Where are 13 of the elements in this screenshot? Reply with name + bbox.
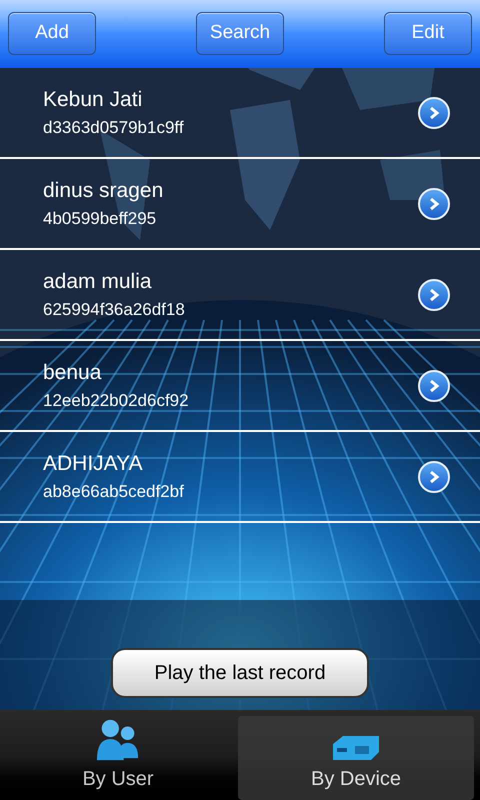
- record-id: 12eeb22b02d6cf92: [43, 390, 190, 410]
- tab[interactable]: By Device: [238, 716, 474, 800]
- record-name: ADHIJAYA: [43, 452, 144, 476]
- record-name: benua: [43, 360, 102, 384]
- record-id: 625994f36a26df18: [43, 300, 186, 320]
- play-last-record-button[interactable]: Play the last record: [111, 648, 369, 698]
- tab[interactable]: By User: [0, 716, 236, 800]
- record-name: adam mulia: [43, 270, 153, 294]
- record-id: ab8e66ab5cedf2bf: [43, 482, 185, 502]
- record-name: dinus sragen: [43, 178, 164, 202]
- record-id: 4b0599beff295: [43, 208, 158, 228]
- record-id: d3363d0579b1c9ff: [43, 118, 185, 138]
- record-name: Kebun Jati: [43, 88, 144, 112]
